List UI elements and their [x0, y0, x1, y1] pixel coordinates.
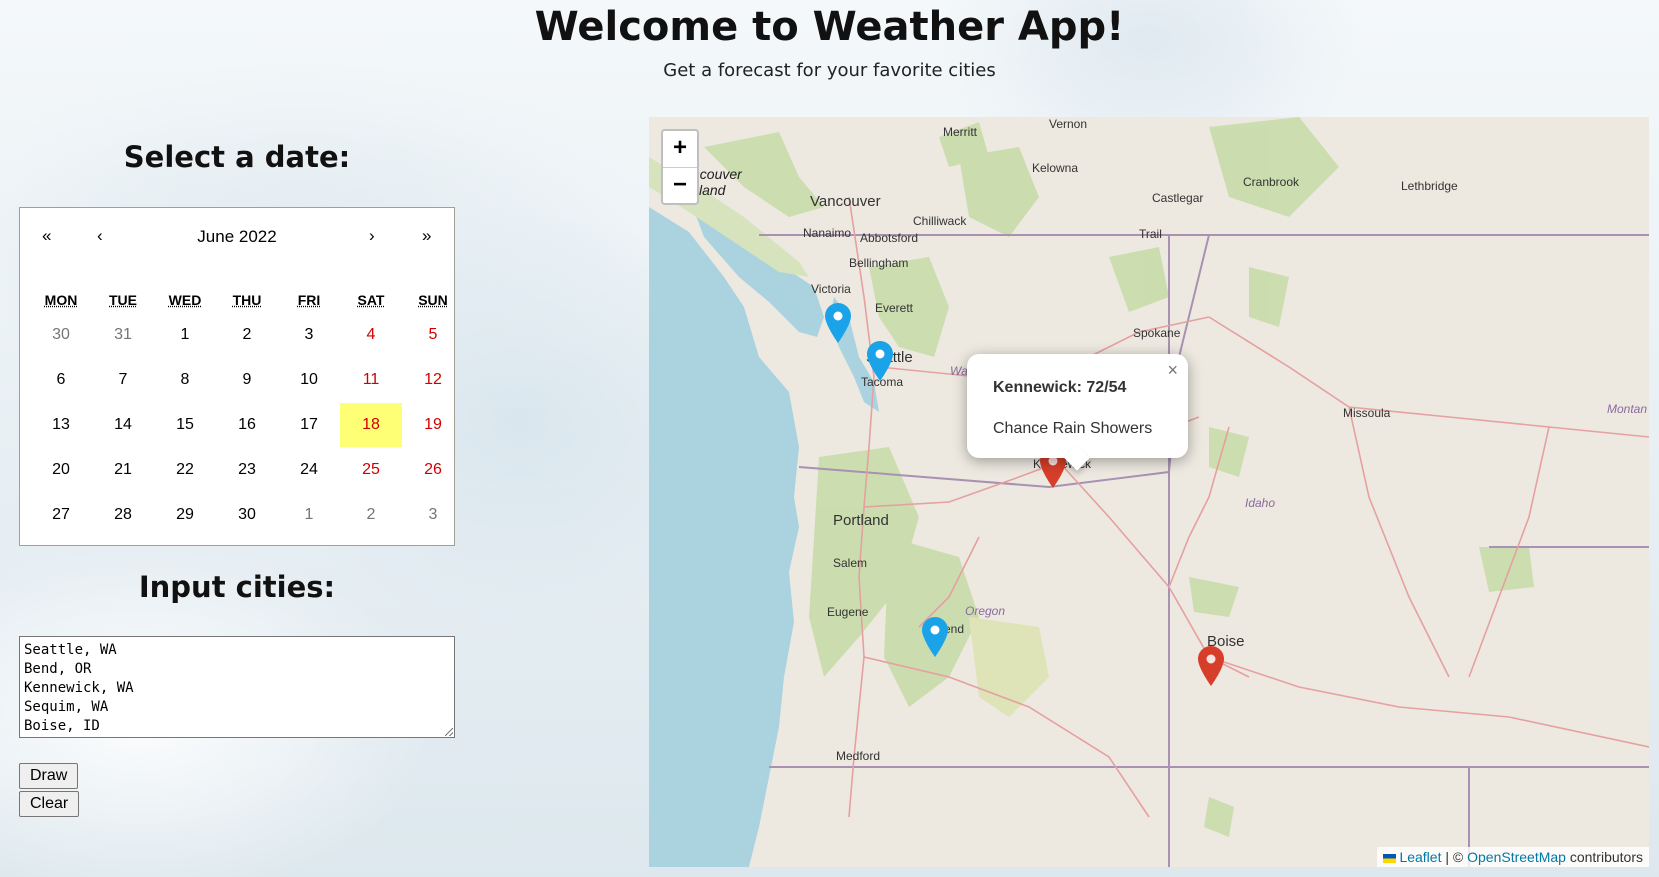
map[interactable]: ncouver sland Vernon Merritt Kelowna Van… [649, 117, 1649, 867]
cities-textarea[interactable]: Seattle, WA Bend, OR Kennewick, WA Sequi… [19, 636, 455, 738]
calendar-day[interactable]: 19 [402, 403, 464, 447]
month-label[interactable]: June 2022 [20, 227, 454, 247]
page-title: Welcome to Weather App! [534, 4, 1125, 50]
map-label-washington: Wa [950, 364, 968, 378]
weekday-thu: THU [232, 292, 262, 308]
weekday-wed: WED [168, 292, 202, 308]
calendar-day[interactable]: 10 [278, 358, 340, 402]
calendar-day[interactable]: 18 [340, 403, 402, 447]
map-label-trail: Trail [1139, 227, 1162, 241]
close-icon[interactable]: × [1167, 360, 1178, 381]
popup-body: Chance Rain Showers [993, 420, 1153, 437]
calendar-day[interactable]: 4 [340, 313, 402, 357]
next-year-button[interactable]: » [422, 226, 431, 246]
calendar-day[interactable]: 31 [92, 313, 154, 357]
calendar-day[interactable]: 25 [340, 448, 402, 492]
marker-boise[interactable] [1198, 646, 1224, 686]
calendar-day[interactable]: 15 [154, 403, 216, 447]
calendar-day[interactable]: 1 [278, 493, 340, 537]
calendar-day[interactable]: 1 [154, 313, 216, 357]
map-label-montana: Montan [1607, 402, 1648, 416]
attribution-suffix: contributors [1565, 849, 1643, 865]
calendar-day[interactable]: 30 [30, 313, 92, 357]
calendar-day[interactable]: 8 [154, 358, 216, 402]
calendar-day[interactable]: 28 [92, 493, 154, 537]
calendar-day[interactable]: 12 [402, 358, 464, 402]
leaflet-link[interactable]: Leaflet [1399, 849, 1441, 865]
calendar-day[interactable]: 17 [278, 403, 340, 447]
calendar-day[interactable]: 24 [278, 448, 340, 492]
openstreetmap-link[interactable]: OpenStreetMap [1467, 849, 1566, 865]
calendar-day[interactable]: 6 [30, 358, 92, 402]
calendar-day[interactable]: 21 [92, 448, 154, 492]
weekday-sat: SAT [357, 292, 385, 308]
calendar-day[interactable]: 2 [216, 313, 278, 357]
calendar-day[interactable]: 7 [92, 358, 154, 402]
map-label-vancouver-island: ncouver sland [692, 166, 742, 198]
map-label-vancouver: Vancouver [810, 193, 881, 210]
map-label-eugene: Eugene [827, 605, 869, 619]
calendar-day[interactable]: 13 [30, 403, 92, 447]
marker-seattle[interactable] [867, 341, 893, 381]
calendar-day[interactable]: 3 [278, 313, 340, 357]
calendar: « ‹ June 2022 › » MON TUE WED THU FRI SAT SUN … [19, 207, 455, 546]
map-label-lethbridge: Lethbridge [1401, 179, 1458, 193]
map-attribution: Leaflet | © OpenStreetMap contributors [1377, 847, 1649, 867]
map-label-kelowna: Kelowna [1032, 161, 1079, 175]
date-heading: Select a date: [123, 140, 351, 174]
calendar-day[interactable]: 20 [30, 448, 92, 492]
calendar-day[interactable]: 11 [340, 358, 402, 402]
map-label-victoria: Victoria [811, 282, 851, 296]
clear-button[interactable]: Clear [19, 791, 80, 817]
marker-sequim[interactable] [825, 303, 851, 343]
calendar-day[interactable]: 22 [154, 448, 216, 492]
attribution-separator: | © [1441, 849, 1468, 865]
calendar-day[interactable]: 30 [216, 493, 278, 537]
calendar-day[interactable]: 26 [402, 448, 464, 492]
draw-button[interactable]: Draw [19, 763, 79, 789]
map-label-missoula: Missoula [1343, 406, 1391, 420]
weekday-fri: FRI [297, 292, 321, 308]
marker-bend[interactable] [922, 617, 948, 657]
map-label-medford: Medford [836, 749, 881, 763]
map-label-castlegar: Castlegar [1152, 191, 1204, 205]
calendar-day[interactable]: 3 [402, 493, 464, 537]
next-month-button[interactable]: › [369, 226, 375, 246]
map-label-nanaimo: Nanaimo [803, 226, 852, 240]
calendar-day[interactable]: 14 [92, 403, 154, 447]
zoom-out-button[interactable]: − [663, 168, 697, 204]
calendar-navigation: « ‹ June 2022 › » [20, 208, 454, 264]
map-label-chilliwack: Chilliwack [913, 214, 967, 228]
map-label-bellingham: Bellingham [849, 256, 909, 270]
calendar-day[interactable]: 9 [216, 358, 278, 402]
weekday-sun: SUN [418, 292, 448, 308]
weekday-mon: MON [44, 292, 78, 308]
map-label-spokane: Spokane [1133, 326, 1181, 340]
ukraine-flag-icon [1383, 854, 1397, 863]
map-labels: ncouver sland Vernon Merritt Kelowna Van… [649, 117, 1649, 867]
calendar-day[interactable]: 16 [216, 403, 278, 447]
calendar-day[interactable]: 29 [154, 493, 216, 537]
calendar-day[interactable]: 5 [402, 313, 464, 357]
calendar-day[interactable]: 23 [216, 448, 278, 492]
map-label-portland: Portland [833, 512, 889, 529]
map-label-merritt: Merritt [943, 125, 977, 139]
map-popup: Kennewick: 72/54 Chance Rain Showers × [967, 354, 1188, 471]
page-subtitle: Get a forecast for your favorite cities [663, 60, 996, 81]
calendar-day[interactable]: 27 [30, 493, 92, 537]
weekday-tue: TUE [109, 292, 137, 308]
map-label-salem: Salem [833, 556, 868, 570]
zoom-control: + − [661, 129, 699, 205]
map-label-idaho: Idaho [1245, 496, 1276, 510]
map-label-cranbrook: Cranbrook [1243, 175, 1300, 189]
map-label-vernon: Vernon [1049, 117, 1088, 131]
map-label-abbotsford: Abbotsford [860, 231, 919, 245]
map-label-oregon: Oregon [965, 604, 1006, 618]
map-label-everett: Everett [875, 301, 914, 315]
cities-heading: Input cities: [138, 570, 336, 604]
calendar-day[interactable]: 2 [340, 493, 402, 537]
zoom-in-button[interactable]: + [663, 131, 697, 168]
popup-title: Kennewick: 72/54 [993, 379, 1127, 396]
